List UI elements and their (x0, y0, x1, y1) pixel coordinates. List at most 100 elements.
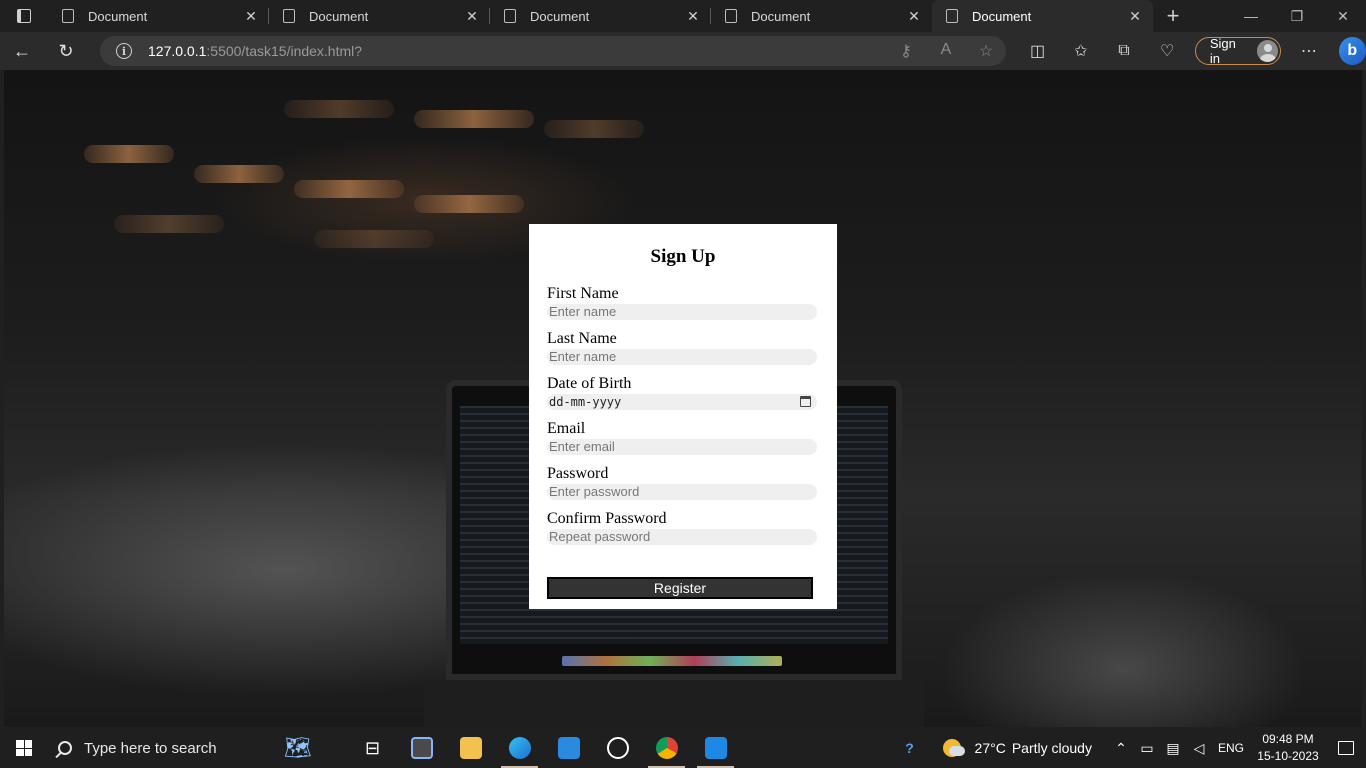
tab-document-1[interactable]: Document ✕ (48, 0, 269, 32)
dob-input[interactable]: dd-mm-yyyy (547, 394, 817, 410)
email-input[interactable]: Enter email (547, 439, 817, 455)
first-name-input[interactable]: Enter name (547, 304, 817, 320)
close-tab-icon[interactable]: ✕ (685, 8, 701, 25)
edge-app[interactable] (495, 728, 544, 768)
calendar-icon[interactable] (800, 396, 811, 407)
form-title: Sign Up (650, 246, 716, 267)
confirm-password-label: Confirm Password (547, 510, 667, 527)
laptop-dock (562, 656, 782, 666)
tab-title: Document (972, 8, 1032, 24)
sign-in-button[interactable]: Sign in (1194, 36, 1282, 66)
close-tab-icon[interactable]: ✕ (243, 8, 259, 25)
sign-in-label: Sign in (1209, 36, 1236, 66)
edge-icon (508, 737, 531, 759)
collections-icon[interactable]: ⧉ (1102, 42, 1145, 60)
refresh-button[interactable]: ↻ (44, 32, 88, 70)
url-text[interactable]: 127.0.0.1:5500/task15/index.html? (148, 43, 362, 59)
signup-form: Sign Up First Name Enter name Last Name … (529, 224, 837, 609)
help-icon[interactable]: ? (897, 740, 923, 756)
search-highlight-icon[interactable]: 🗺 (248, 728, 348, 768)
plus-icon: + (1166, 3, 1180, 28)
favorites-icon[interactable]: ✩ (1059, 41, 1102, 61)
weather-widget[interactable]: 27°C Partly cloudy (942, 739, 1092, 757)
taskbar-search[interactable]: Type here to search (48, 728, 248, 768)
register-button[interactable]: Register (547, 577, 813, 599)
last-name-label: Last Name (547, 330, 617, 347)
page-viewport: Sign Up First Name Enter name Last Name … (4, 70, 1362, 727)
password-input[interactable]: Enter password (547, 484, 817, 500)
weather-text: Partly cloudy (1011, 740, 1092, 756)
new-tab-button[interactable]: + (1153, 0, 1193, 32)
password-field: Password Enter password (547, 465, 817, 500)
github-desktop-app[interactable] (593, 728, 642, 768)
close-tab-icon[interactable]: ✕ (464, 8, 480, 25)
site-info-icon[interactable]: i (116, 43, 132, 59)
page-icon (946, 9, 958, 23)
page-icon (504, 9, 516, 23)
refresh-icon: ↻ (58, 40, 74, 61)
notifications-button[interactable] (1326, 741, 1366, 755)
volume-icon[interactable]: ◁ (1186, 740, 1212, 757)
key-icon[interactable]: ⚷ (886, 41, 926, 61)
calculator-app[interactable] (397, 728, 446, 768)
clock-time: 09:48 PM (1262, 732, 1314, 746)
toolbar-right: ◫ ✩ ⧉ ♡ Sign in ⋯ b (1016, 32, 1366, 70)
tab-title: Document (530, 8, 590, 24)
tab-title: Document (751, 8, 811, 24)
minimize-button[interactable]: — (1228, 0, 1274, 32)
clock[interactable]: 09:48 PM 15-10-2023 (1256, 731, 1320, 765)
system-tray: ? 27°C Partly cloudy ⌃ ▭ ▤ ◁ ENG 09:48 P… (897, 728, 1366, 768)
weather-temp: 27°C (974, 740, 1006, 756)
last-name-field: Last Name Enter name (547, 330, 817, 365)
file-explorer-app[interactable] (446, 728, 495, 768)
tab-title: Document (309, 8, 369, 24)
tab-actions-icon (17, 9, 31, 23)
first-name-field: First Name Enter name (547, 285, 817, 320)
task-view-icon: ⊟ (364, 737, 381, 758)
background-keyboard (424, 680, 924, 727)
mail-icon (557, 737, 580, 759)
confirm-password-input[interactable]: Repeat password (547, 529, 817, 545)
window-controls: — ❐ ✕ (1228, 0, 1366, 32)
chevron-up-icon[interactable]: ⌃ (1108, 740, 1134, 757)
tab-title: Document (88, 8, 148, 24)
chrome-app[interactable] (642, 728, 691, 768)
task-view-button[interactable]: ⊟ (348, 728, 397, 768)
tab-document-2[interactable]: Document ✕ (269, 0, 490, 32)
clock-date: 15-10-2023 (1257, 749, 1319, 763)
email-label: Email (547, 420, 586, 437)
start-button[interactable] (0, 728, 48, 768)
password-label: Password (547, 465, 609, 482)
read-aloud-icon[interactable]: A (926, 41, 966, 61)
avatar-icon (1256, 40, 1279, 62)
close-window-button[interactable]: ✕ (1320, 0, 1366, 32)
tab-document-3[interactable]: Document ✕ (490, 0, 711, 32)
navigation-bar: ← ↻ i 127.0.0.1:5500/task15/index.html? … (0, 32, 1366, 70)
address-bar[interactable]: i 127.0.0.1:5500/task15/index.html? ⚷ A … (100, 36, 1006, 66)
tab-document-5-active[interactable]: Document ✕ (932, 0, 1153, 32)
mail-app[interactable] (544, 728, 593, 768)
vscode-app[interactable] (691, 728, 740, 768)
performance-icon[interactable]: ♡ (1146, 41, 1189, 61)
back-arrow-icon: ← (13, 40, 31, 61)
more-menu-icon[interactable]: ⋯ (1287, 41, 1330, 61)
dob-label: Date of Birth (547, 375, 632, 392)
network-icon[interactable]: ▤ (1160, 740, 1186, 757)
close-tab-icon[interactable]: ✕ (1127, 8, 1143, 25)
language-indicator[interactable]: ENG (1218, 741, 1244, 755)
tab-strip: Document ✕ Document ✕ Document ✕ Documen… (0, 0, 1366, 32)
bing-copilot-icon[interactable]: b (1338, 37, 1366, 65)
meet-now-icon[interactable]: ▭ (1134, 740, 1160, 757)
close-tab-icon[interactable]: ✕ (906, 8, 922, 25)
restore-button[interactable]: ❐ (1274, 0, 1320, 32)
back-button[interactable]: ← (0, 32, 44, 70)
tab-document-4[interactable]: Document ✕ (711, 0, 932, 32)
chrome-icon (655, 737, 678, 759)
tab-actions-button[interactable] (0, 0, 48, 32)
confirm-password-field: Confirm Password Repeat password (547, 510, 817, 545)
dob-field: Date of Birth dd-mm-yyyy (547, 375, 817, 410)
split-screen-icon[interactable]: ◫ (1016, 41, 1059, 61)
favorite-star-icon[interactable]: ☆ (966, 41, 1006, 61)
github-icon (606, 737, 629, 759)
last-name-input[interactable]: Enter name (547, 349, 817, 365)
